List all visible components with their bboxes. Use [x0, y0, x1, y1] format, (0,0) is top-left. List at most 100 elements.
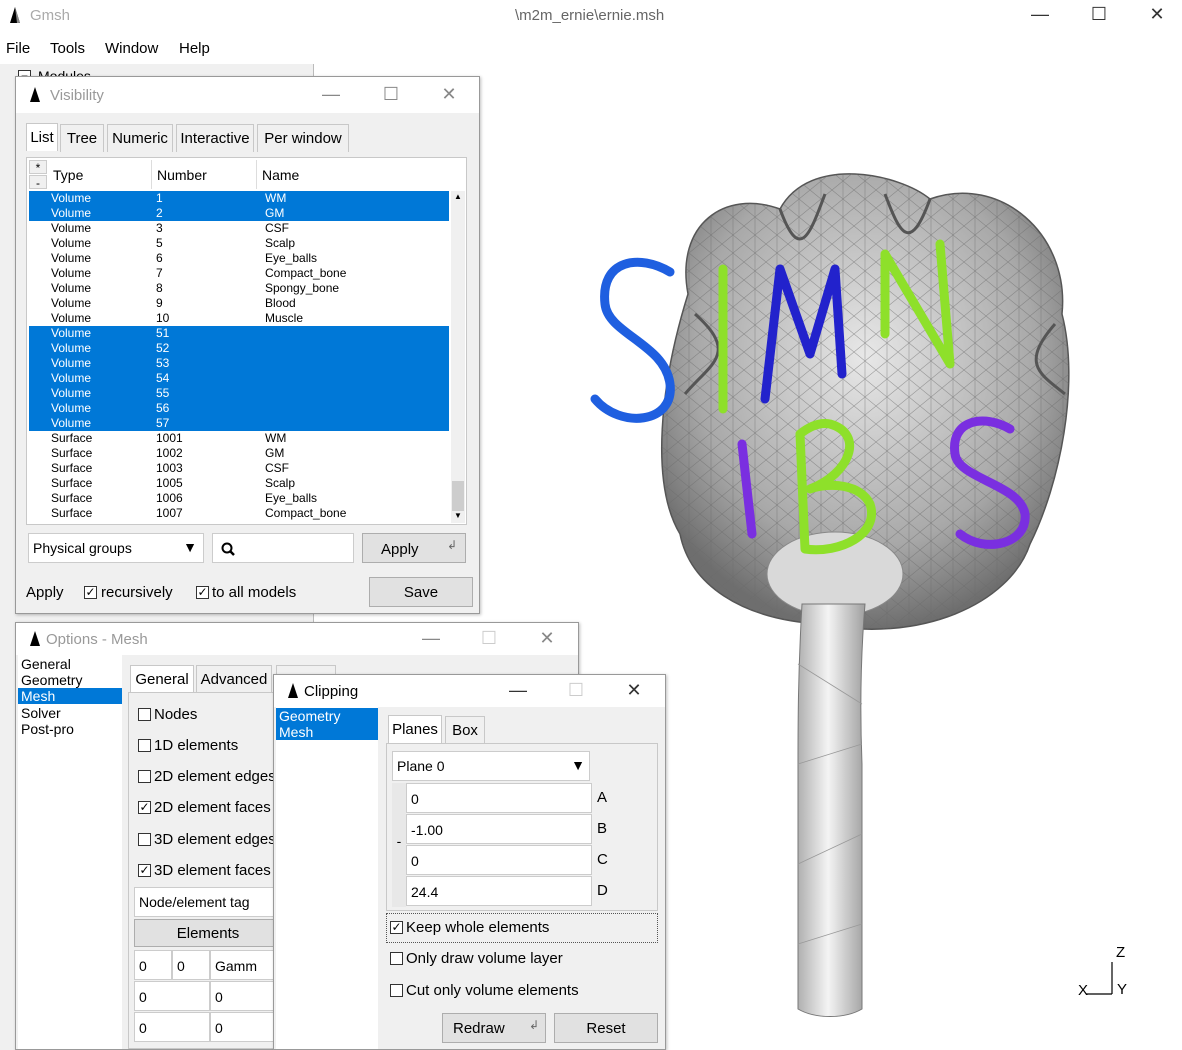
- scrollbar-thumb[interactable]: [452, 481, 464, 511]
- grid-cell-1-1[interactable]: 0: [210, 981, 282, 1011]
- grid-cell-0-1[interactable]: 0: [172, 950, 210, 980]
- plane-select[interactable]: Plane 0 ▼: [392, 751, 590, 781]
- label-type-select[interactable]: Node/element tag ▼: [134, 887, 289, 917]
- list-item[interactable]: Volume 57: [29, 416, 449, 431]
- coef-b-input[interactable]: -1.00: [406, 814, 592, 844]
- 3d-element-faces-checkbox[interactable]: ✓: [138, 864, 151, 877]
- list-item[interactable]: Volume 7 Compact_bone: [29, 266, 449, 281]
- scroll-down-icon[interactable]: ▼: [454, 511, 462, 520]
- axis-z-label: Z: [1116, 944, 1126, 961]
- tab-tree[interactable]: Tree: [60, 124, 104, 152]
- coef-a-input[interactable]: 0: [406, 783, 592, 813]
- menu-window[interactable]: Window: [105, 40, 158, 57]
- tab-planes[interactable]: Planes: [388, 715, 442, 743]
- save-button[interactable]: Save: [369, 577, 473, 607]
- list-item[interactable]: Volume 55: [29, 386, 449, 401]
- clip-sidebar-geometry[interactable]: Geometry: [276, 708, 378, 724]
- header-type[interactable]: Type: [49, 160, 152, 189]
- menu-tools[interactable]: Tools: [50, 40, 85, 57]
- tab-list[interactable]: List: [26, 123, 58, 151]
- list-item[interactable]: Volume 6 Eye_balls: [29, 251, 449, 266]
- group-type-select[interactable]: Physical groups ▼: [28, 533, 204, 563]
- keep-whole-checkbox[interactable]: ✓: [390, 921, 403, 934]
- maximize-icon[interactable]: ☐: [553, 681, 599, 699]
- minimize-icon[interactable]: —: [1017, 5, 1063, 23]
- close-icon[interactable]: ✕: [524, 629, 570, 647]
- 3d-element-edges-checkbox[interactable]: [138, 833, 151, 846]
- header-number[interactable]: Number: [153, 160, 257, 189]
- select-all-button[interactable]: *: [29, 160, 47, 175]
- grid-cell-0-2[interactable]: Gamm ▼: [210, 950, 287, 980]
- close-icon[interactable]: ✕: [1134, 5, 1180, 23]
- maximize-icon[interactable]: ☐: [368, 85, 414, 103]
- 2d-element-edges-checkbox[interactable]: [138, 770, 151, 783]
- menu-file[interactable]: File: [6, 40, 30, 57]
- redraw-button[interactable]: Redraw ↲: [442, 1013, 546, 1043]
- list-item[interactable]: Volume 51: [29, 326, 449, 341]
- maximize-icon[interactable]: ☐: [1076, 5, 1122, 23]
- clipping-title-bar[interactable]: Clipping — ☐ ✕: [274, 675, 665, 707]
- grid-cell-2-0[interactable]: 0: [134, 1012, 210, 1042]
- grid-cell-2-1[interactable]: 0: [210, 1012, 282, 1042]
- list-item[interactable]: Volume 56: [29, 401, 449, 416]
- list-item[interactable]: Volume 5 Scalp: [29, 236, 449, 251]
- list-item[interactable]: Volume 10 Muscle: [29, 311, 449, 326]
- header-name[interactable]: Name: [258, 160, 458, 189]
- list-item[interactable]: Surface 1005 Scalp: [29, 476, 449, 491]
- grid-cell-0-0[interactable]: 0: [134, 950, 172, 980]
- tab-box[interactable]: Box: [445, 716, 485, 744]
- close-icon[interactable]: ✕: [426, 85, 472, 103]
- elements-button[interactable]: Elements: [134, 919, 282, 947]
- 1d-elements-checkbox[interactable]: [138, 739, 151, 752]
- to-all-models-checkbox[interactable]: ✓: [196, 586, 209, 599]
- nodes-checkbox[interactable]: [138, 708, 151, 721]
- coef-d-input[interactable]: 24.4: [406, 876, 592, 906]
- close-icon[interactable]: ✕: [611, 681, 657, 699]
- tab-interactive[interactable]: Interactive: [176, 124, 254, 152]
- list-item[interactable]: Volume 1 WM: [29, 191, 449, 206]
- tab-advanced[interactable]: Advanced: [196, 665, 272, 693]
- list-item[interactable]: Volume 54: [29, 371, 449, 386]
- tab-per-window[interactable]: Per window: [257, 124, 349, 152]
- clip-sidebar-mesh[interactable]: Mesh: [276, 724, 378, 740]
- options-title-bar[interactable]: Options - Mesh — ☐ ✕: [16, 623, 578, 655]
- menu-help[interactable]: Help: [179, 40, 210, 57]
- list-item[interactable]: Volume 2 GM: [29, 206, 449, 221]
- apply-button[interactable]: Apply ↲: [362, 533, 466, 563]
- grid-cell-1-0[interactable]: 0: [134, 981, 210, 1011]
- minimize-icon[interactable]: —: [495, 681, 541, 699]
- 2d-element-faces-checkbox[interactable]: ✓: [138, 801, 151, 814]
- sidebar-item-geometry[interactable]: Geometry: [18, 672, 122, 688]
- sidebar-item-solver[interactable]: Solver: [18, 705, 122, 721]
- recursively-checkbox[interactable]: ✓: [84, 586, 97, 599]
- coef-c-input[interactable]: 0: [406, 845, 592, 875]
- list-item[interactable]: Surface 1003 CSF: [29, 461, 449, 476]
- list-scrollbar[interactable]: ▲ ▼: [451, 191, 465, 523]
- list-item[interactable]: Volume 9 Blood: [29, 296, 449, 311]
- minimize-icon[interactable]: —: [308, 85, 354, 103]
- list-item[interactable]: Volume 53: [29, 356, 449, 371]
- list-item[interactable]: Volume 3 CSF: [29, 221, 449, 236]
- search-input[interactable]: [212, 533, 354, 563]
- sidebar-item-mesh[interactable]: Mesh: [18, 688, 122, 704]
- minimize-icon[interactable]: —: [408, 629, 454, 647]
- only-volume-checkbox[interactable]: [390, 952, 403, 965]
- list-item[interactable]: Surface 1007 Compact_bone: [29, 506, 449, 521]
- list-item[interactable]: Surface 1001 WM: [29, 431, 449, 446]
- tab-general[interactable]: General: [130, 665, 194, 693]
- tab-numeric[interactable]: Numeric: [107, 124, 173, 152]
- list-item[interactable]: Surface 1006 Eye_balls: [29, 491, 449, 506]
- maximize-icon[interactable]: ☐: [466, 629, 512, 647]
- select-none-button[interactable]: -: [29, 175, 47, 190]
- scroll-up-icon[interactable]: ▲: [454, 192, 462, 201]
- sidebar-item-post-pro[interactable]: Post-pro: [18, 721, 122, 737]
- list-item[interactable]: Volume 52: [29, 341, 449, 356]
- reset-button[interactable]: Reset: [554, 1013, 658, 1043]
- sidebar-item-general[interactable]: General: [18, 656, 122, 672]
- cell-number: 9: [156, 296, 163, 310]
- list-item[interactable]: Surface 1002 GM: [29, 446, 449, 461]
- cut-volume-checkbox[interactable]: [390, 984, 403, 997]
- list-item[interactable]: Volume 8 Spongy_bone: [29, 281, 449, 296]
- minus-button[interactable]: -: [392, 783, 406, 907]
- visibility-title-bar[interactable]: Visibility — ☐ ✕: [16, 77, 479, 113]
